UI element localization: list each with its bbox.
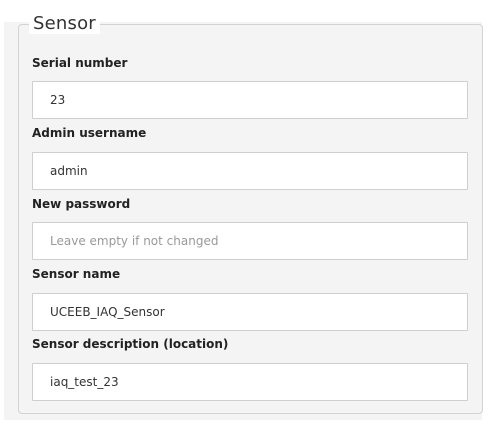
sensor-settings-page: Sensor Serial number Admin username New … (0, 0, 488, 428)
admin-username-label: Admin username (32, 126, 147, 140)
new-password-input[interactable] (32, 222, 468, 260)
serial-number-input[interactable] (32, 81, 468, 119)
new-password-label: New password (32, 197, 131, 211)
sensor-name-label: Sensor name (32, 267, 121, 281)
sensor-description-label: Sensor description (location) (32, 337, 229, 351)
sensor-fieldset: Sensor (18, 14, 483, 414)
sensor-legend: Sensor (29, 14, 100, 34)
sensor-name-input[interactable] (32, 293, 468, 331)
sensor-description-input[interactable] (32, 363, 468, 401)
admin-username-input[interactable] (32, 152, 468, 190)
serial-number-label: Serial number (32, 56, 128, 70)
